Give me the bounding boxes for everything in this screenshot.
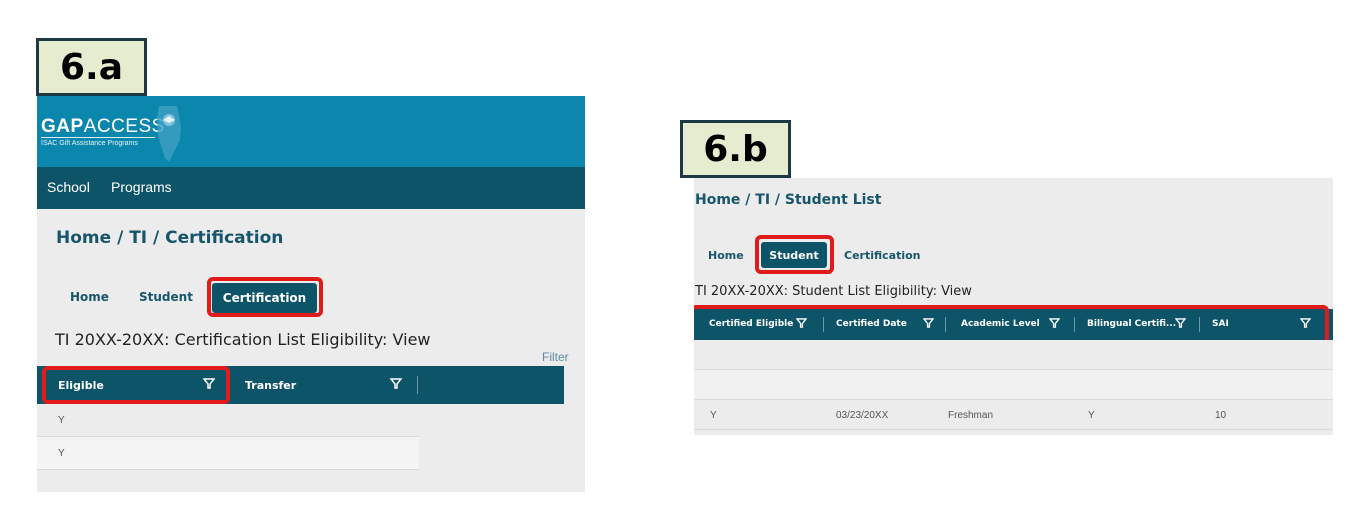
breadcrumb: Home / TI / Certification xyxy=(56,228,284,248)
column-header-transfer[interactable]: Transfer xyxy=(245,379,296,392)
logo-divider xyxy=(41,137,155,138)
tab-student[interactable]: Student xyxy=(139,290,193,304)
view-title: TI 20XX-20XX: Student List Eligibility: … xyxy=(695,284,972,299)
tab-home[interactable]: Home xyxy=(708,249,744,262)
highlight-certification-tab xyxy=(207,277,323,317)
cell-bilingual-certified: Y xyxy=(1088,410,1095,421)
highlight-eligible-column xyxy=(42,366,230,404)
step-label-6b: 6.b xyxy=(680,120,791,178)
illinois-state-icon xyxy=(157,106,181,162)
screenshot-panel-certification: GAPACCESS ISAC Gift Assistance Programs … xyxy=(37,96,585,492)
gap-access-logo[interactable]: GAPACCESS xyxy=(41,116,165,138)
table-row[interactable]: Y 03/23/20XX Freshman Y 10 xyxy=(694,400,1333,430)
view-title: TI 20XX-20XX: Certification List Eligibi… xyxy=(55,330,431,349)
highlight-student-tab xyxy=(755,235,834,274)
nav-programs[interactable]: Programs xyxy=(111,179,172,195)
tab-home[interactable]: Home xyxy=(70,290,109,304)
table-row[interactable]: Y xyxy=(37,437,419,470)
step-label-6a: 6.a xyxy=(36,38,147,96)
screenshot-panel-student-list: Home / TI / Student List Home Student Ce… xyxy=(694,178,1333,435)
filter-link[interactable]: Filter xyxy=(542,350,569,364)
table-row-empty xyxy=(694,370,1333,400)
app-header: GAPACCESS ISAC Gift Assistance Programs xyxy=(37,96,585,167)
column-divider xyxy=(417,376,418,394)
cell-certified-eligible: Y xyxy=(710,410,717,421)
table-row-empty xyxy=(694,340,1333,370)
filter-icon[interactable] xyxy=(390,378,402,389)
main-nav: School Programs xyxy=(37,167,585,209)
tab-certification[interactable]: Certification xyxy=(844,249,921,262)
cell-academic-level: Freshman xyxy=(948,410,994,421)
table-row[interactable]: Y xyxy=(37,404,419,437)
cell-eligible: Y xyxy=(58,448,65,459)
logo-tagline: ISAC Gift Assistance Programs xyxy=(41,140,138,147)
breadcrumb: Home / TI / Student List xyxy=(695,192,882,208)
cell-eligible: Y xyxy=(58,415,65,426)
cell-sai: 10 xyxy=(1215,410,1227,421)
cell-certified-date: 03/23/20XX xyxy=(836,410,889,421)
highlight-column-headers xyxy=(694,305,1329,344)
nav-school[interactable]: School xyxy=(47,179,90,195)
